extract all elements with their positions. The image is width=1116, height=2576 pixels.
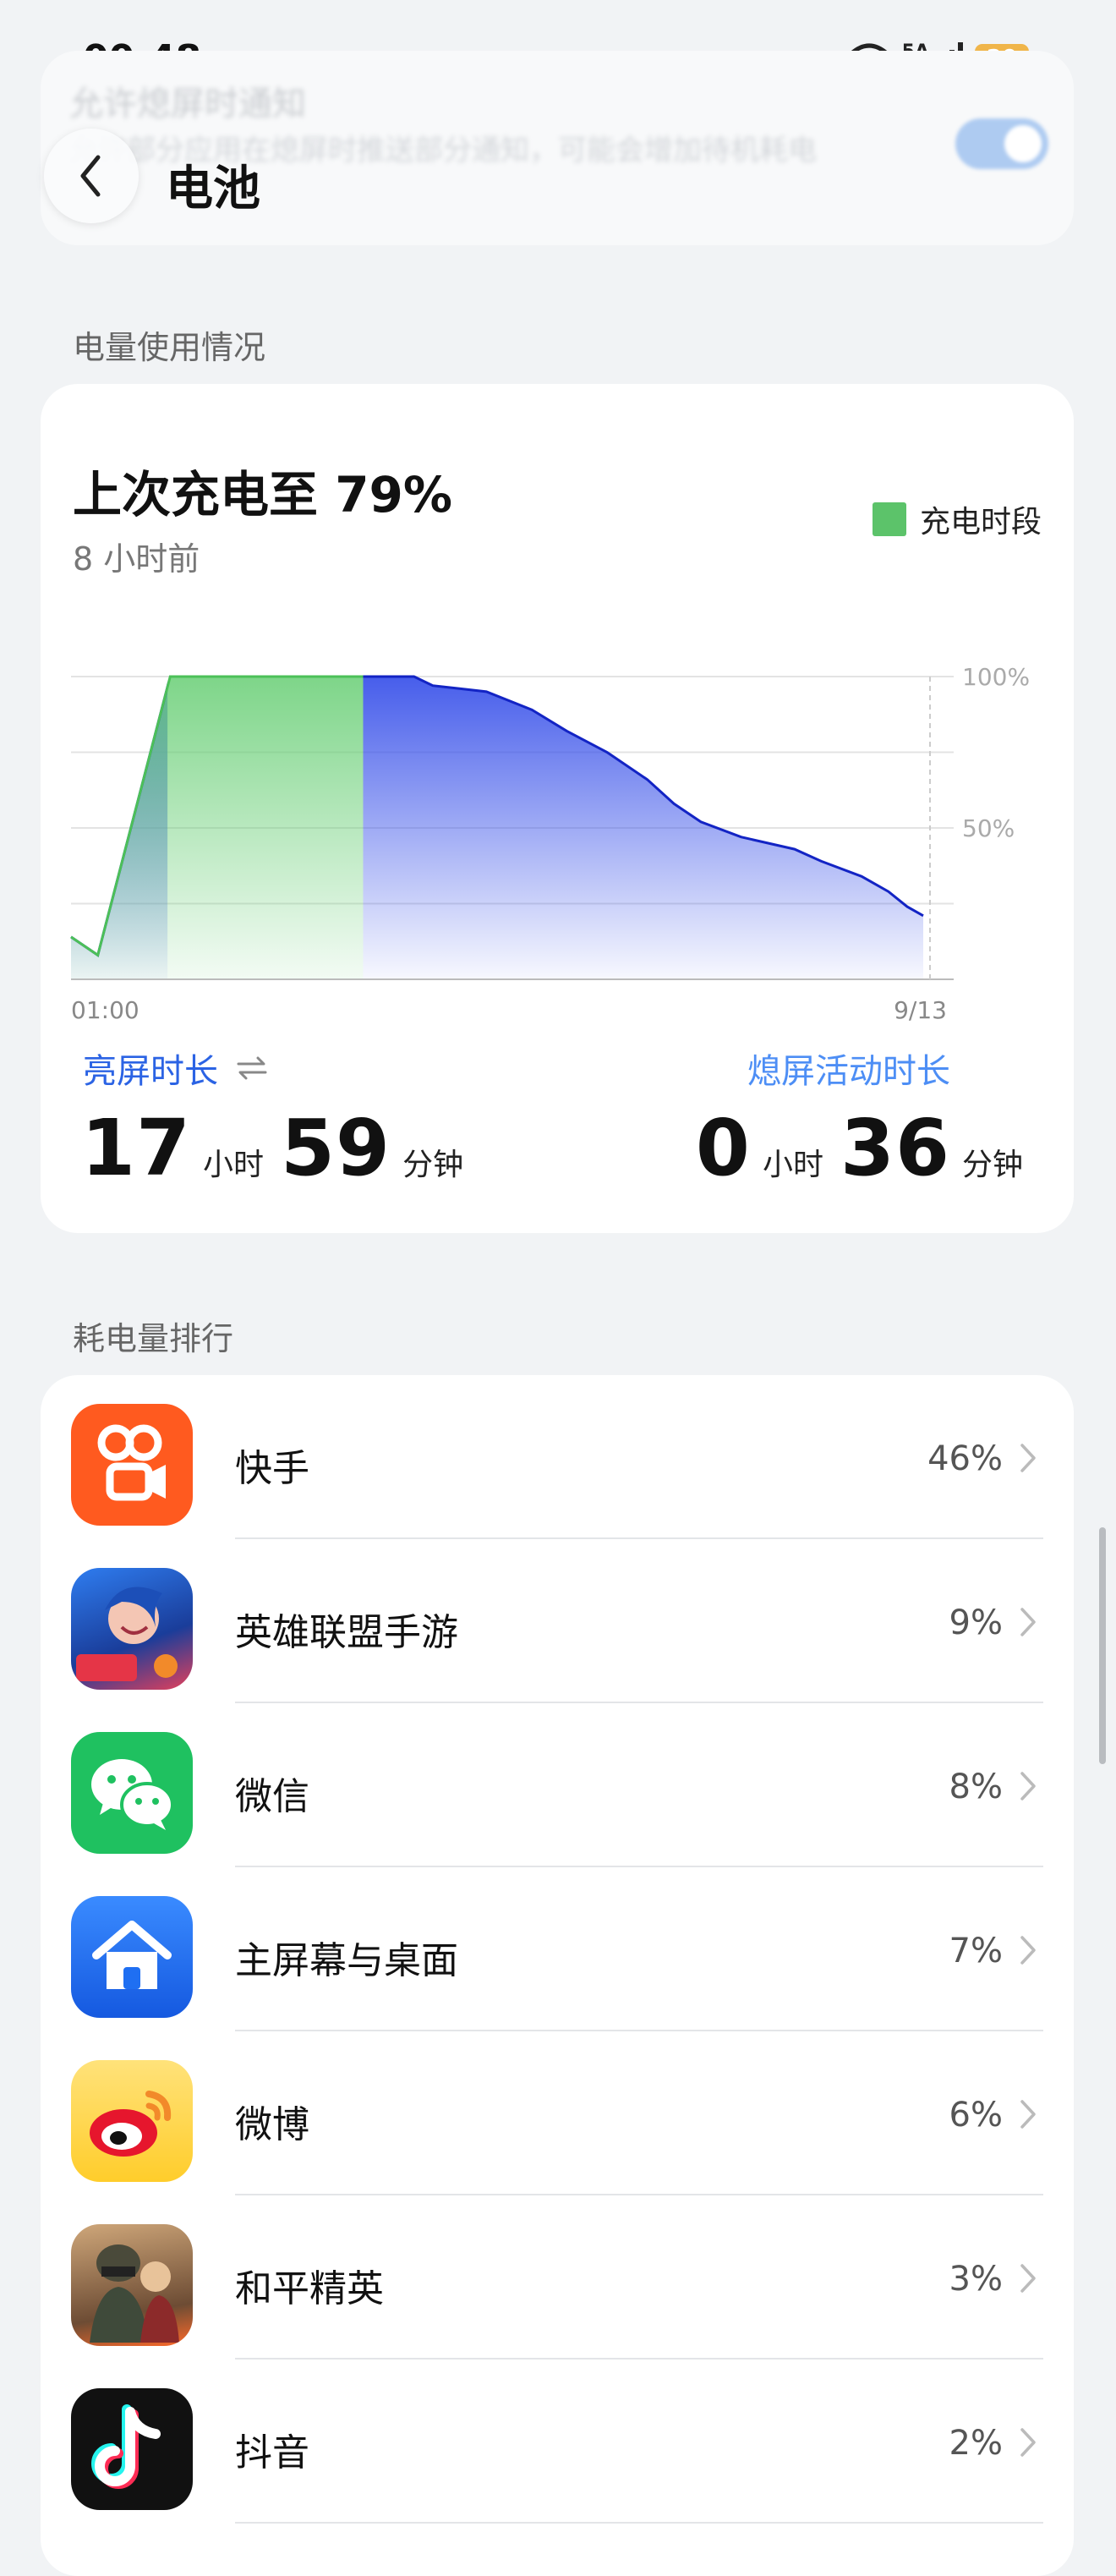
app-percent: 7% <box>949 1932 1003 1970</box>
list-item[interactable]: 快手 46% <box>41 1375 1074 1539</box>
app-name: 微博 <box>235 2103 309 2146</box>
chevron-right-icon <box>1020 1772 1036 1800</box>
ghost-toggle <box>955 118 1048 169</box>
chart-legend: 充电时段 <box>872 497 1042 541</box>
screen-on-label: 亮屏时长 <box>83 1052 218 1091</box>
y-tick-50: 50% <box>962 814 1015 842</box>
chevron-right-icon <box>1020 1444 1036 1472</box>
app-percent: 3% <box>949 2260 1003 2299</box>
app-ranking-list: 快手 46% 英雄联盟手游 9% 微信 8% 主屏幕与桌面 7% 微博 6% 和… <box>41 1375 1074 2576</box>
screen-on-duration: 17 小时 59 分钟 <box>81 1103 463 1193</box>
app-percent: 9% <box>949 1603 1003 1642</box>
list-item[interactable]: 微信 8% <box>41 1703 1074 1867</box>
x-tick-start: 01:00 <box>71 996 140 1024</box>
app-percent: 8% <box>949 1768 1003 1806</box>
ranking-section-label: 耗电量排行 <box>73 1320 234 1357</box>
last-charge-time: 8 小时前 <box>73 540 200 578</box>
chevron-left-icon <box>80 155 101 197</box>
list-item[interactable]: 微博 6% <box>41 2031 1074 2195</box>
list-item[interactable]: 英雄联盟手游 9% <box>41 1539 1074 1703</box>
app-percent: 6% <box>949 2096 1003 2135</box>
screen-off-duration: 0 小时 36 分钟 <box>696 1103 1023 1193</box>
lol-wildrift-icon <box>71 1568 193 1690</box>
legend-charging-label: 充电时段 <box>919 505 1042 540</box>
screen-off-minutes: 36 <box>840 1103 950 1193</box>
usage-section-label: 电量使用情况 <box>73 329 266 366</box>
app-name: 微信 <box>235 1775 309 1818</box>
chevron-right-icon <box>1020 1936 1036 1965</box>
chevron-right-icon <box>1020 2428 1036 2457</box>
x-tick-end: 9/13 <box>894 996 947 1024</box>
scrollbar[interactable] <box>1099 1527 1106 1764</box>
screen-off-hours-unit: 小时 <box>762 1148 823 1182</box>
app-name: 抖音 <box>235 2431 309 2475</box>
ghost-title: 允许熄屏时通知 <box>69 85 306 123</box>
screen-on-minutes: 59 <box>281 1103 391 1193</box>
douyin-icon <box>71 2388 193 2510</box>
swap-icon <box>237 1056 267 1080</box>
list-item[interactable]: 主屏幕与桌面 7% <box>41 1867 1074 2031</box>
legend-charging-swatch <box>872 502 906 536</box>
chevron-right-icon <box>1020 2264 1036 2293</box>
app-percent: 2% <box>949 2424 1003 2463</box>
home-icon <box>71 1896 193 2018</box>
battery-level-chart[interactable]: 100% 50% 01:00 9/13 <box>41 629 1074 1035</box>
app-percent: 46% <box>927 1439 1003 1478</box>
weibo-icon <box>71 2060 193 2182</box>
back-button[interactable] <box>44 129 139 223</box>
battery-usage-card[interactable]: 上次充电至 79% 8 小时前 充电时段 100% 50% 01:00 9/13… <box>41 384 1074 1233</box>
y-tick-100: 100% <box>962 663 1030 691</box>
screen-off-hours: 0 <box>695 1103 751 1193</box>
screen-on-minutes-unit: 分钟 <box>402 1148 464 1182</box>
peacekeeper-elite-icon <box>71 2224 193 2346</box>
screen-on-hours: 17 <box>81 1103 192 1193</box>
app-name: 主屏幕与桌面 <box>235 1939 458 1982</box>
app-name: 和平精英 <box>235 2267 384 2310</box>
row-divider <box>235 2522 1043 2524</box>
list-item[interactable]: 抖音 2% <box>41 2360 1074 2524</box>
wechat-icon <box>71 1732 193 1854</box>
screen-on-hours-unit: 小时 <box>203 1148 265 1182</box>
chevron-right-icon <box>1020 2100 1036 2129</box>
page-title: 电池 <box>166 162 260 216</box>
screen-off-minutes-unit: 分钟 <box>961 1148 1023 1182</box>
screen-off-label: 熄屏活动时长 <box>747 1052 950 1091</box>
last-charge-heading: 上次充电至 79% <box>73 466 453 523</box>
chevron-right-icon <box>1020 1608 1036 1636</box>
list-item[interactable]: 和平精英 3% <box>41 2195 1074 2360</box>
app-name: 快手 <box>235 1447 309 1490</box>
kuaishou-icon <box>71 1404 193 1526</box>
app-name: 英雄联盟手游 <box>235 1611 458 1654</box>
screen-on-time-toggle[interactable]: 亮屏时长 <box>83 1044 269 1093</box>
